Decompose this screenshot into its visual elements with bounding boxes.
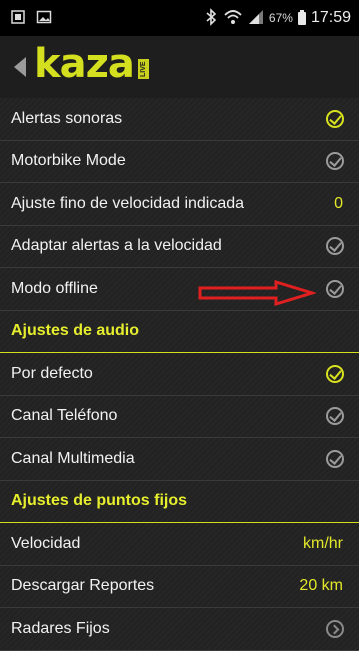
checkmark-off-icon[interactable]	[326, 152, 344, 171]
status-bar: 67% 17:59	[0, 0, 359, 36]
app-bar: kaza LIVE	[0, 36, 359, 99]
battery-icon	[297, 9, 306, 25]
live-badge: LIVE	[137, 59, 149, 79]
settings-item-label: Canal Multimedia	[11, 449, 135, 467]
settings-item-label: Ajuste fino de velocidad indicada	[11, 194, 245, 212]
settings-item-label: Alertas sonoras	[11, 109, 123, 127]
settings-item[interactable]: Por defecto	[0, 353, 359, 396]
settings-item-value: 20 km	[299, 577, 343, 595]
gallery-icon	[36, 9, 52, 28]
section-header: Ajustes de puntos fijos	[0, 481, 359, 523]
settings-item[interactable]: Canal Multimedia	[0, 438, 359, 481]
settings-item[interactable]: Adaptar alertas a la velocidad	[0, 226, 359, 268]
settings-item-label: Adaptar alertas a la velocidad	[11, 237, 222, 255]
status-time: 17:59	[310, 9, 351, 26]
settings-item[interactable]: Canal Teléfono	[0, 396, 359, 438]
settings-item[interactable]: Velocidad km/hr	[0, 523, 359, 566]
settings-item-value: 0	[334, 194, 343, 212]
checkmark-off-icon[interactable]	[326, 407, 344, 426]
chevron-right-icon[interactable]	[326, 619, 344, 638]
checkmark-off-icon[interactable]	[326, 237, 344, 256]
settings-item[interactable]: Descargar Reportes 20 km	[0, 566, 359, 608]
settings-item-value: km/hr	[303, 534, 343, 552]
settings-item-label: Descargar Reportes	[11, 577, 155, 595]
settings-item[interactable]: Alertas sonoras	[0, 98, 359, 141]
checkmark-off-icon[interactable]	[326, 449, 344, 468]
checkmark-on-icon[interactable]	[326, 109, 344, 128]
bluetooth-icon	[204, 7, 218, 29]
settings-item[interactable]: Ajuste fino de velocidad indicada 0	[0, 183, 359, 226]
section-header: Ajustes de audio	[0, 311, 359, 353]
settings-item[interactable]: Motorbike Mode	[0, 141, 359, 183]
signal-icon	[248, 9, 264, 28]
settings-item-label: Por defecto	[11, 364, 93, 382]
wifi-icon	[223, 8, 243, 29]
screenshot-icon	[10, 9, 26, 28]
annotation-arrow-icon	[198, 280, 316, 306]
settings-item-label: Radares Fijos	[11, 619, 110, 637]
settings-list: Alertas sonoras Motorbike Mode Ajuste fino…	[0, 98, 359, 651]
settings-item[interactable]: Radares Fijos	[0, 608, 359, 651]
app-logo: kaza	[34, 41, 135, 87]
checkmark-off-icon[interactable]	[326, 279, 344, 298]
back-arrow-icon[interactable]	[14, 57, 26, 77]
settings-item-label: Velocidad	[11, 534, 81, 552]
settings-item-label: Canal Teléfono	[11, 407, 118, 425]
checkmark-on-icon[interactable]	[326, 364, 344, 383]
settings-item-label: Motorbike Mode	[11, 152, 126, 170]
battery-percent: 67%	[268, 11, 293, 25]
